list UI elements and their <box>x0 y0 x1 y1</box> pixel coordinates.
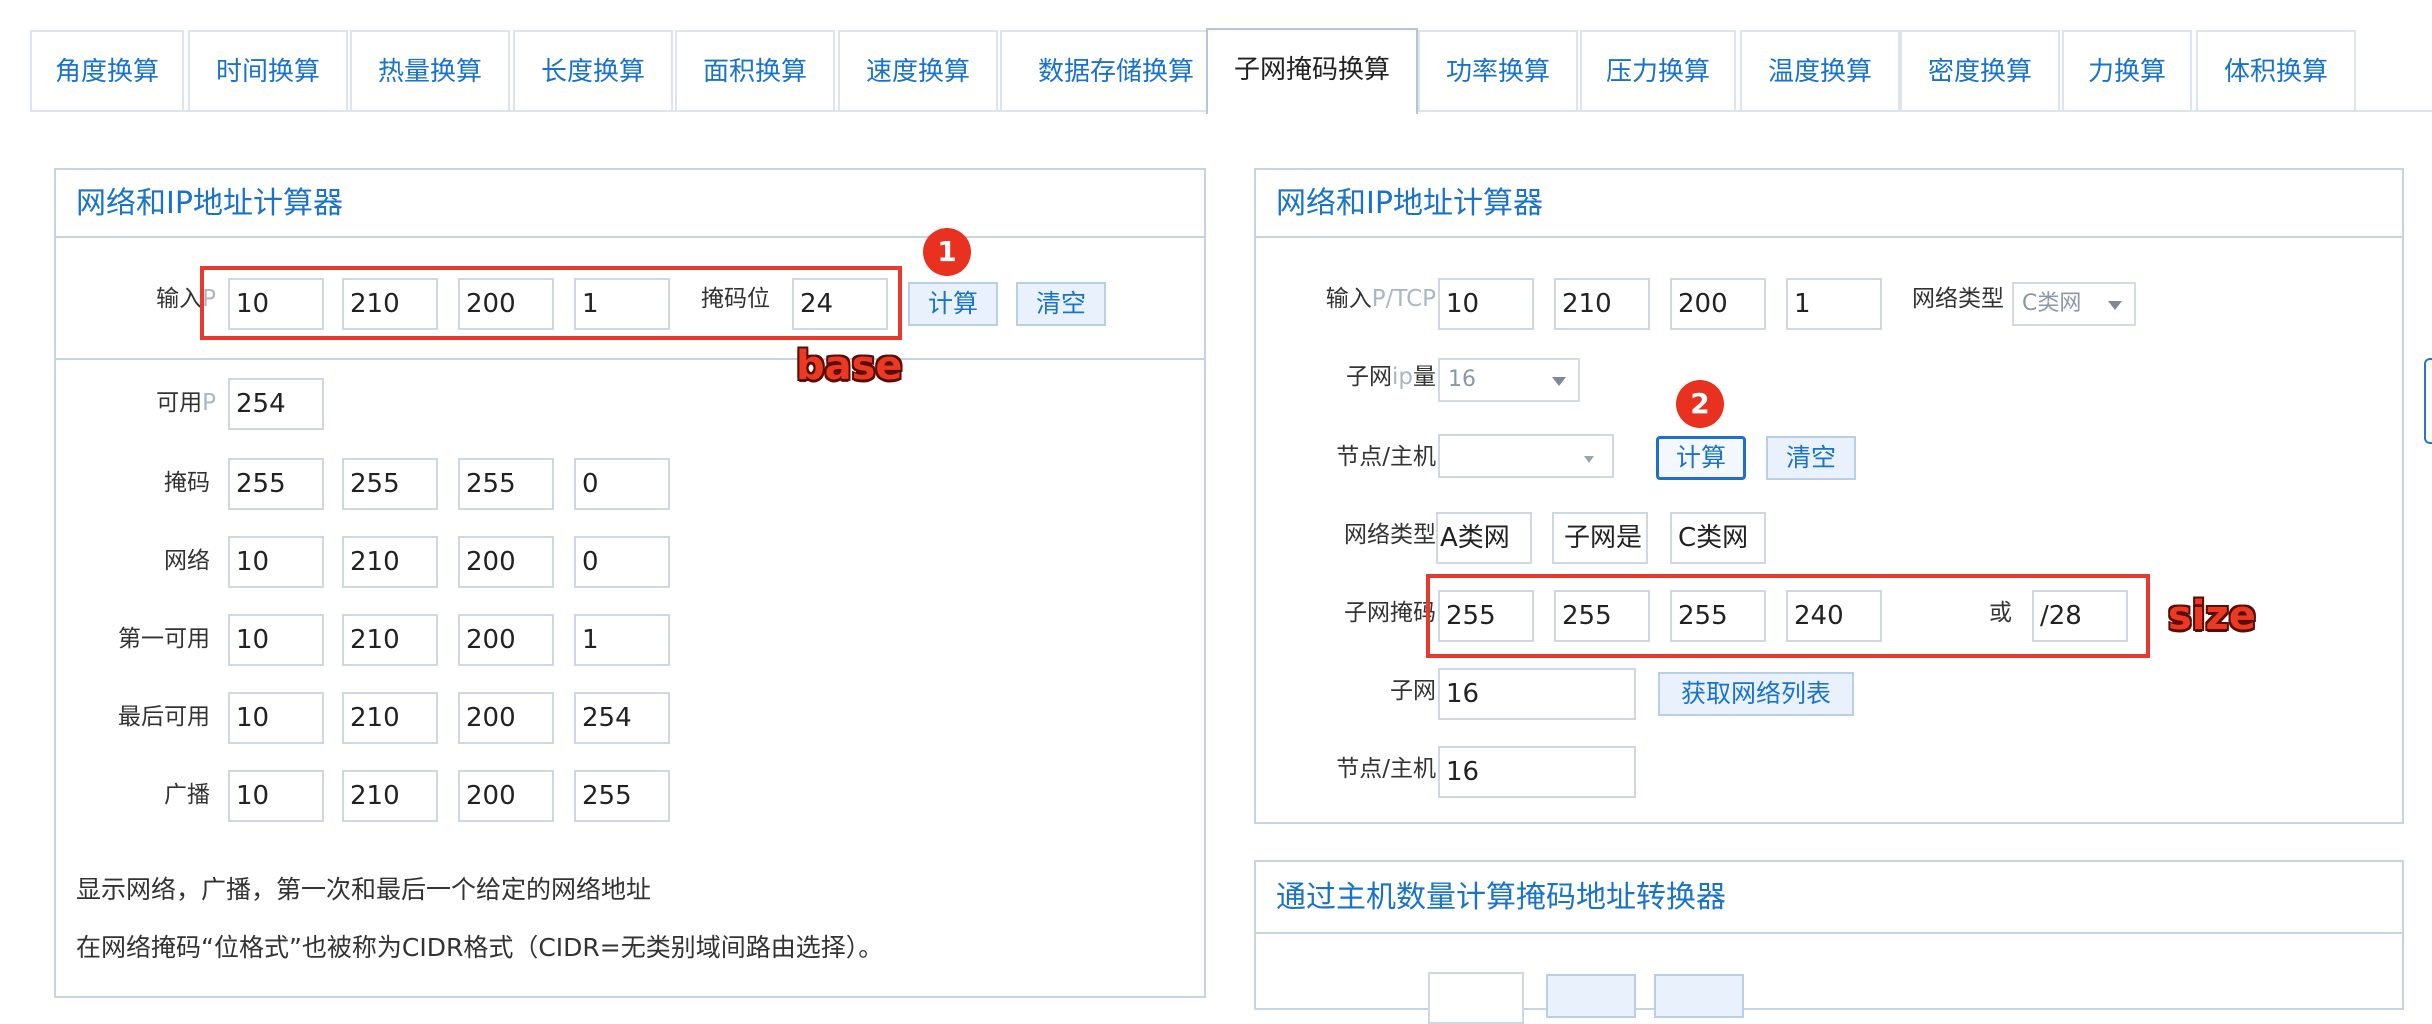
tab-temperature[interactable]: 温度换算 <box>1740 30 1900 110</box>
last-usable-octet-4[interactable]: 254 <box>574 692 670 744</box>
tab-length[interactable]: 长度换算 <box>513 30 673 110</box>
last-usable-octet-1[interactable]: 10 <box>228 692 324 744</box>
input-ip-tcp-label-faint: P/TCP <box>1371 286 1436 312</box>
available-ip-label-faint: P <box>202 390 216 416</box>
step-1-badge: 1 <box>923 228 971 276</box>
tab-power[interactable]: 功率换算 <box>1418 30 1578 110</box>
network-octet-3[interactable]: 200 <box>458 536 554 588</box>
node-host-value-label: 节点/主机 <box>1336 756 1436 782</box>
subnet-ip-count-select[interactable]: 16 <box>1438 358 1580 402</box>
ip-tcp-octet-2-input[interactable]: 210 <box>1554 278 1650 330</box>
last-usable-octet-3[interactable]: 200 <box>458 692 554 744</box>
tab-volume[interactable]: 体积换算 <box>2196 30 2356 110</box>
node-host-value-field[interactable]: 16 <box>1438 746 1636 798</box>
subnet-ip-count-label-a: 子网 <box>1346 364 1392 390</box>
network-octet-2[interactable]: 210 <box>342 536 438 588</box>
subnet-ip-count-select-value: 16 <box>1448 367 1476 392</box>
node-host-label: 节点/主机 <box>1336 444 1436 470</box>
subnet-ip-count-label-c: 量 <box>1413 364 1436 390</box>
tab-pressure[interactable]: 压力换算 <box>1580 30 1736 110</box>
ip-calculator-panel-right: 网络和IP地址计算器 输入P/TCP 10 210 200 1 网络类型 C类网… <box>1254 168 2404 824</box>
network-type-c-value[interactable]: C类网 <box>1670 512 1766 564</box>
tab-data-storage[interactable]: 数据存储换算 <box>1000 30 1232 110</box>
input-ip-label-text: 输入 <box>156 286 203 312</box>
size-annotation: size <box>2168 593 2256 639</box>
ip-tcp-octet-4-input[interactable]: 1 <box>1786 278 1882 330</box>
base-highlight-box <box>200 266 902 340</box>
calculate-button[interactable]: 计算 <box>1656 436 1746 480</box>
network-type-select-value: C类网 <box>2022 291 2082 316</box>
network-octet-1[interactable]: 10 <box>228 536 324 588</box>
tab-heat[interactable]: 热量换算 <box>350 30 510 110</box>
input-ip-tcp-label-text: 输入 <box>1325 286 1372 312</box>
description-text-1: 显示网络，广播，第一次和最后一个给定的网络地址 <box>76 875 652 904</box>
size-highlight-box <box>1426 574 2150 658</box>
node-host-select[interactable] <box>1438 434 1614 478</box>
network-octet-4[interactable]: 0 <box>574 536 670 588</box>
first-usable-octet-1[interactable]: 10 <box>228 614 324 666</box>
subnet-ip-count-label: 子网ip量 <box>1276 362 1436 392</box>
tab-angle[interactable]: 角度换算 <box>30 30 184 110</box>
description-text-2: 在网络掩码“位格式”也被称为CIDR格式（CIDR=无类别域间路由选择）。 <box>76 933 884 962</box>
network-type-subnet-value[interactable]: 子网是 <box>1552 512 1648 564</box>
chevron-down-icon <box>1584 456 1594 463</box>
last-usable-row-label: 最后可用 <box>118 704 210 730</box>
input-ip-label: 输入P <box>96 284 216 314</box>
tab-force[interactable]: 力换算 <box>2062 30 2192 110</box>
broadcast-octet-4[interactable]: 255 <box>574 770 670 822</box>
mask-row-label: 掩码 <box>164 470 210 496</box>
clear-button[interactable]: 清空 <box>1016 282 1106 326</box>
calculate-button[interactable] <box>1546 974 1636 1018</box>
first-usable-octet-3[interactable]: 200 <box>458 614 554 666</box>
tab-speed[interactable]: 速度换算 <box>838 30 998 110</box>
unit-conversion-tabs: 角度换算 时间换算 热量换算 长度换算 面积换算 速度换算 数据存储换算 子网掩… <box>30 28 2432 114</box>
subnet-mask-label: 子网掩码 <box>1344 600 1436 626</box>
first-usable-row-label: 第一可用 <box>118 626 210 652</box>
mask-octet-4[interactable]: 0 <box>574 458 670 510</box>
first-usable-octet-2[interactable]: 210 <box>342 614 438 666</box>
host-count-mask-converter-panel: 通过主机数量计算掩码地址转换器 <box>1254 860 2404 1024</box>
panel-title: 网络和IP地址计算器 <box>56 170 1204 238</box>
ip-tcp-octet-1-input[interactable]: 10 <box>1438 278 1534 330</box>
ip-tcp-octet-3-input[interactable]: 200 <box>1670 278 1766 330</box>
network-type-select[interactable]: C类网 <box>2012 282 2136 326</box>
divider <box>56 358 1204 360</box>
tab-area[interactable]: 面积换算 <box>675 30 835 110</box>
first-usable-octet-4[interactable]: 1 <box>574 614 670 666</box>
input-ip-tcp-label: 输入P/TCP <box>1276 284 1436 314</box>
tab-subnet-mask[interactable]: 子网掩码换算 <box>1206 28 1418 114</box>
broadcast-octet-3[interactable]: 200 <box>458 770 554 822</box>
chevron-down-icon <box>1552 377 1566 386</box>
last-usable-octet-2[interactable]: 210 <box>342 692 438 744</box>
panel-title: 网络和IP地址计算器 <box>1256 170 2402 238</box>
broadcast-octet-2[interactable]: 210 <box>342 770 438 822</box>
broadcast-row-label: 广播 <box>164 782 210 808</box>
panel-title: 通过主机数量计算掩码地址转换器 <box>1256 862 2402 934</box>
calculate-button[interactable]: 计算 <box>908 282 998 326</box>
network-row-label: 网络 <box>164 548 210 574</box>
mask-octet-1[interactable]: 255 <box>228 458 324 510</box>
subnet-label: 子网 <box>1390 678 1436 704</box>
clear-button[interactable]: 清空 <box>1766 436 1856 480</box>
chevron-down-icon <box>2108 301 2122 310</box>
required-count-field[interactable] <box>1428 972 1524 1024</box>
subnet-count-field[interactable]: 16 <box>1438 668 1636 720</box>
get-network-list-button[interactable]: 获取网络列表 <box>1658 672 1854 716</box>
available-ip-field[interactable]: 254 <box>228 378 324 430</box>
available-ip-label: 可用P <box>96 388 216 418</box>
tab-time[interactable]: 时间换算 <box>188 30 348 110</box>
available-ip-label-text: 可用 <box>156 390 203 416</box>
scroll-handle[interactable] <box>2424 358 2432 444</box>
network-type-a-value[interactable]: A类网 <box>1436 512 1532 564</box>
mask-octet-2[interactable]: 255 <box>342 458 438 510</box>
mask-octet-3[interactable]: 255 <box>458 458 554 510</box>
base-annotation: base <box>796 343 903 389</box>
clear-button[interactable] <box>1654 974 1744 1018</box>
tab-density[interactable]: 密度换算 <box>1900 30 2060 110</box>
subnet-ip-count-label-b: ip <box>1392 364 1413 390</box>
network-type-row-label: 网络类型 <box>1344 522 1436 548</box>
broadcast-octet-1[interactable]: 10 <box>228 770 324 822</box>
network-type-label: 网络类型 <box>1912 286 2004 312</box>
step-2-badge: 2 <box>1676 380 1724 428</box>
